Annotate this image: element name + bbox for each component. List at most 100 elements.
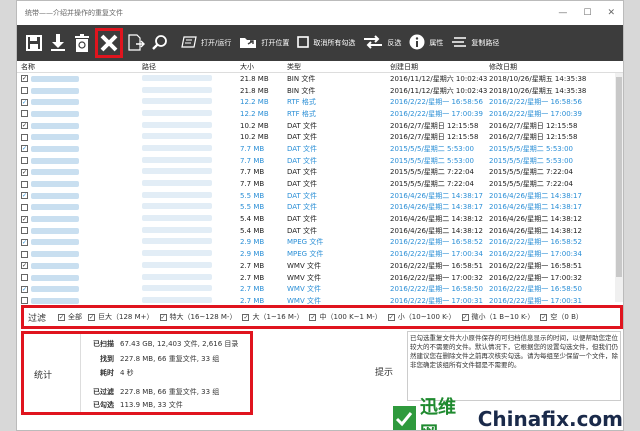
row-checkbox[interactable]: ✓ bbox=[21, 238, 28, 246]
table-row[interactable]: ✓ 2.9 MB MPEG 文件 2016/2/22/星期一 16:58:52 2016… bbox=[17, 237, 623, 249]
row-path-cell bbox=[142, 238, 240, 246]
table-row[interactable]: 7.7 MB DAT 文件 2015/5/5/星期二 7:22:04 2015/5/5… bbox=[17, 178, 623, 190]
row-checkbox[interactable]: ✓ bbox=[21, 145, 28, 153]
row-checkbox[interactable] bbox=[21, 250, 28, 258]
blurred-file-name bbox=[31, 286, 79, 293]
table-row[interactable]: ✓ 12.2 MB RTF 格式 2016/2/22/星期一 16:58:56 2016… bbox=[17, 96, 623, 108]
table-row[interactable]: 12.2 MB RTF 格式 2016/2/22/星期一 17:00:39 2016/… bbox=[17, 108, 623, 120]
row-checkbox[interactable] bbox=[21, 297, 28, 304]
close-window-button[interactable]: ✕ bbox=[607, 8, 615, 18]
table-row[interactable]: 2.7 MB WMV 文件 2016/2/22/星期一 17:00:31 2016/2… bbox=[17, 295, 623, 304]
filter-checkbox[interactable]: ✓ bbox=[387, 313, 395, 321]
row-checkbox[interactable]: ✓ bbox=[21, 98, 28, 106]
move-file-icon[interactable] bbox=[125, 30, 147, 56]
row-checkbox[interactable]: ✓ bbox=[21, 285, 28, 293]
table-row[interactable]: ✓ 5.4 MB DAT 文件 2016/4/26/星期二 14:38:12 2016/… bbox=[17, 213, 623, 225]
row-checkbox[interactable] bbox=[21, 180, 28, 188]
row-type-cell: DAT 文件 bbox=[287, 215, 318, 224]
open-location-button[interactable]: 打开位置 bbox=[239, 35, 289, 52]
column-header-created[interactable]: 创建日期 bbox=[390, 62, 489, 72]
vertical-scrollbar[interactable] bbox=[615, 73, 623, 302]
table-row[interactable]: ✓ 7.7 MB DAT 文件 2015/5/5/星期二 7:22:04 2015/5/… bbox=[17, 167, 623, 179]
column-header-name[interactable]: 名称 bbox=[17, 62, 142, 72]
column-header-type[interactable]: 类型 bbox=[287, 62, 390, 72]
invert-selection-button[interactable]: 反选 bbox=[363, 34, 401, 52]
column-header-path[interactable]: 路径 bbox=[142, 62, 240, 72]
uncheck-all-button[interactable]: 取消所有勾选 bbox=[297, 35, 355, 51]
filter-option[interactable]: ✓ 中（100 K~1 M-） bbox=[309, 312, 382, 322]
row-checkbox[interactable] bbox=[21, 227, 28, 235]
row-checkbox[interactable] bbox=[21, 110, 28, 118]
row-modified-cell: 2015/5/5/星期二 7:22:04 bbox=[489, 180, 574, 189]
row-size-cell: 2.7 MB bbox=[240, 285, 265, 294]
maximize-button[interactable]: ☐ bbox=[583, 8, 591, 18]
table-row[interactable]: ✓ 21.8 MB BIN 文件 2016/11/12/星期六 10:02:43 201… bbox=[17, 73, 623, 85]
row-path-cell bbox=[142, 215, 240, 223]
delete-icon[interactable] bbox=[95, 28, 123, 58]
row-size-cell: 5.5 MB bbox=[240, 203, 265, 212]
filter-checkbox[interactable]: ✓ bbox=[88, 313, 96, 321]
filter-checkbox[interactable]: ✓ bbox=[242, 313, 250, 321]
row-checkbox[interactable]: ✓ bbox=[21, 262, 28, 270]
filter-option[interactable]: ✓ 微小（1 B~10 K-） bbox=[461, 312, 535, 322]
filter-checkbox[interactable]: ✓ bbox=[58, 313, 66, 321]
column-header-size[interactable]: 大小 bbox=[240, 62, 287, 72]
row-type-cell: RTF 格式 bbox=[287, 109, 316, 118]
row-path-cell bbox=[142, 296, 240, 304]
properties-button[interactable]: 属性 bbox=[409, 34, 443, 53]
row-size-cell: 5.5 MB bbox=[240, 191, 265, 200]
filter-option[interactable]: ✓ 大（1~16 M-） bbox=[242, 312, 303, 322]
row-path-cell bbox=[142, 133, 240, 141]
blurred-path bbox=[142, 215, 212, 222]
search-icon[interactable] bbox=[149, 30, 171, 56]
table-row[interactable]: 10.2 MB DAT 文件 2016/2/7/星期日 12:15:58 2016/2… bbox=[17, 131, 623, 143]
table-row[interactable]: 5.4 MB DAT 文件 2016/4/26/星期二 14:38:12 2016/4… bbox=[17, 225, 623, 237]
hint-label: 提示 bbox=[375, 368, 394, 378]
column-header-modified[interactable]: 修改日期 bbox=[489, 62, 593, 72]
open-location-label: 打开位置 bbox=[261, 39, 290, 47]
table-row[interactable]: ✓ 10.2 MB DAT 文件 2016/2/7/星期日 12:15:58 2016/… bbox=[17, 120, 623, 132]
row-checkbox[interactable] bbox=[21, 203, 28, 211]
watermark-brand-cn: 迅维网 bbox=[419, 397, 456, 430]
table-row[interactable]: ✓ 2.7 MB WMV 文件 2016/2/22/星期一 16:58:50 2016/… bbox=[17, 283, 623, 295]
row-checkbox[interactable] bbox=[21, 157, 28, 165]
filter-option[interactable]: ✓ 特大（16~128 M-） bbox=[159, 312, 236, 322]
open-run-button[interactable]: 打开/运行 bbox=[181, 35, 231, 51]
row-checkbox[interactable]: ✓ bbox=[21, 168, 28, 176]
table-row[interactable]: ✓ 5.5 MB DAT 文件 2016/4/26/星期二 14:38:17 2016/… bbox=[17, 190, 623, 202]
filter-option[interactable]: ✓ 全部 bbox=[58, 312, 82, 322]
filter-option[interactable]: ✓ 小（10~100 K-） bbox=[387, 312, 456, 322]
table-row[interactable]: 2.9 MB MPEG 文件 2016/2/22/星期一 17:00:34 2016/… bbox=[17, 248, 623, 260]
recycle-bin-icon[interactable] bbox=[71, 30, 93, 56]
row-checkbox[interactable]: ✓ bbox=[21, 192, 28, 200]
filter-checkbox[interactable]: ✓ bbox=[309, 313, 317, 321]
filter-checkbox[interactable]: ✓ bbox=[159, 313, 167, 321]
save-icon[interactable] bbox=[23, 30, 45, 56]
filter-option-label: 空（0 B） bbox=[550, 313, 583, 321]
row-checkbox[interactable] bbox=[21, 274, 28, 282]
table-row[interactable]: 5.5 MB DAT 文件 2016/4/26/星期二 14:38:17 2016/4… bbox=[17, 202, 623, 214]
table-row[interactable]: 7.7 MB DAT 文件 2015/5/5/星期二 5:53:00 2015/5/5… bbox=[17, 155, 623, 167]
filter-option[interactable]: ✓ 空（0 B） bbox=[540, 312, 583, 322]
row-checkbox[interactable]: ✓ bbox=[21, 75, 28, 83]
row-modified-cell: 2016/2/7/星期日 12:15:58 bbox=[489, 121, 578, 130]
filter-checkbox[interactable]: ✓ bbox=[540, 313, 548, 321]
row-checkbox[interactable]: ✓ bbox=[21, 215, 28, 223]
row-checkbox[interactable] bbox=[21, 133, 28, 141]
filter-checkbox[interactable]: ✓ bbox=[461, 313, 469, 321]
table-row[interactable]: ✓ 2.7 MB WMV 文件 2016/2/22/星期一 16:58:51 2016/… bbox=[17, 260, 623, 272]
row-checkbox[interactable]: ✓ bbox=[21, 122, 28, 130]
table-row[interactable]: 2.7 MB WMV 文件 2016/2/22/星期一 17:00:32 2016/2… bbox=[17, 272, 623, 284]
minimize-button[interactable]: — bbox=[558, 8, 567, 18]
table-header: 名称 路径 大小 类型 创建日期 修改日期 bbox=[17, 61, 623, 73]
filter-option-label: 微小（1 B~10 K-） bbox=[471, 313, 535, 321]
row-modified-cell: 2016/4/26/星期二 14:38:17 bbox=[489, 203, 582, 212]
table-row[interactable]: ✓ 7.7 MB DAT 文件 2015/5/5/星期二 5:53:00 2015/5/… bbox=[17, 143, 623, 155]
filter-option[interactable]: ✓ 巨大（128 M+） bbox=[88, 312, 154, 322]
scrollbar-thumb[interactable] bbox=[616, 77, 622, 277]
swap-arrows-icon bbox=[363, 34, 383, 52]
table-row[interactable]: 21.8 MB BIN 文件 2016/11/12/星期六 10:02:43 2018… bbox=[17, 85, 623, 97]
copy-path-button[interactable]: 复制路径 bbox=[451, 36, 499, 51]
row-checkbox[interactable] bbox=[21, 87, 28, 95]
download-icon[interactable] bbox=[47, 30, 69, 56]
